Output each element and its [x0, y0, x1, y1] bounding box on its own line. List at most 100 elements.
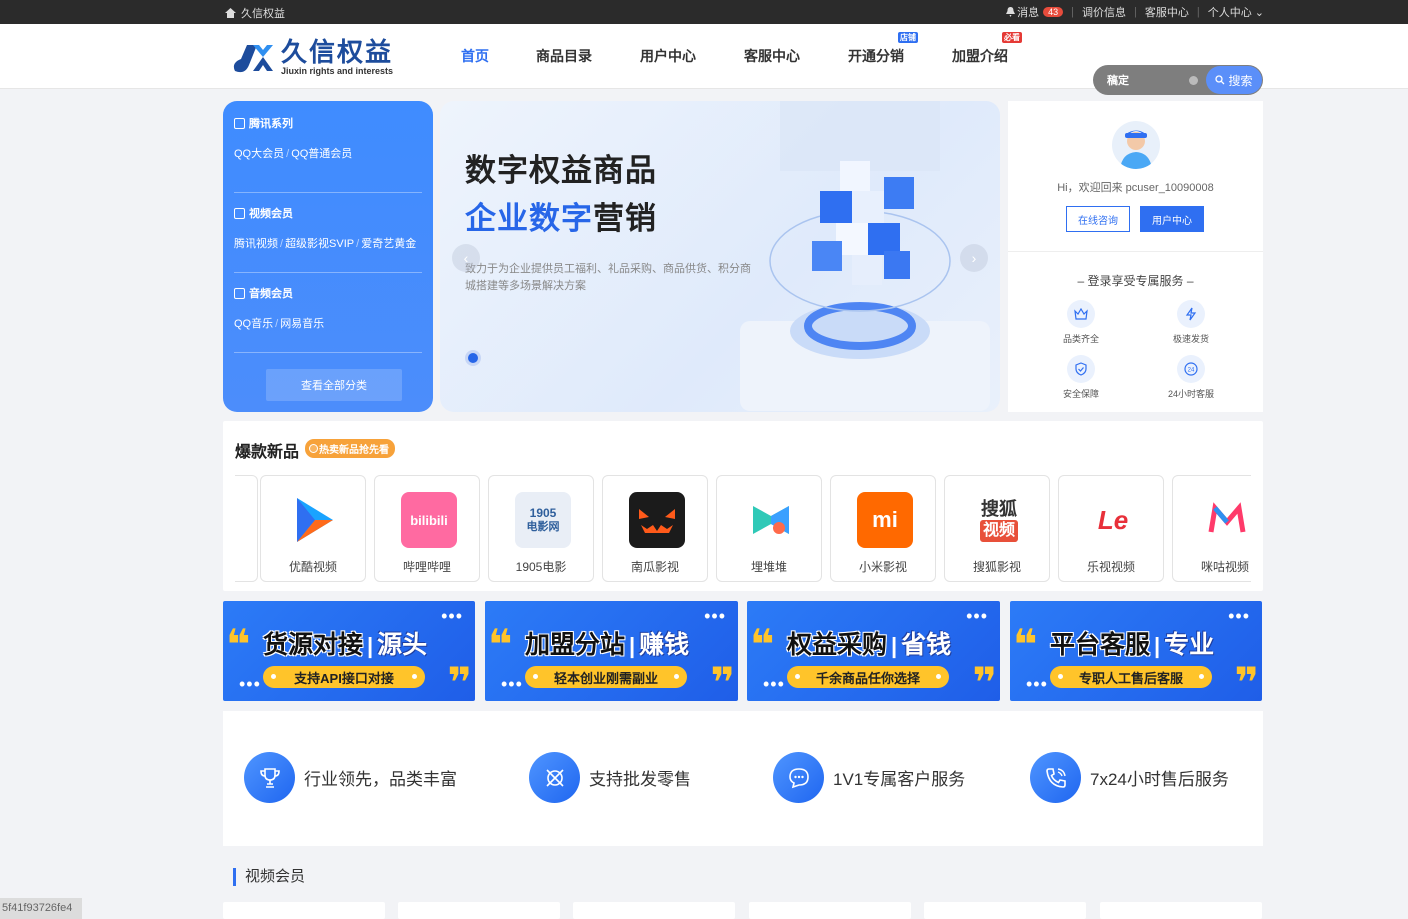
- promo-banner[interactable]: ••• ••• ❝ ❞ 货源对接 | 源头 支持API接口对接: [223, 601, 475, 701]
- hero-banner[interactable]: 数字权益商品 企业数字营销 致力于为企业提供员工福利、礼品采购、商品供货、积分商…: [440, 101, 1000, 412]
- product-card[interactable]: 南瓜影视: [602, 475, 708, 582]
- decor-dots: •••: [763, 674, 785, 694]
- product-card[interactable]: 优酷视频: [260, 475, 366, 582]
- product-card[interactable]: [573, 902, 735, 919]
- product-card[interactable]: 搜狐 视频 搜狐影视: [944, 475, 1050, 582]
- search-button-label: 搜索: [1228, 73, 1253, 88]
- product-card[interactable]: 1905 电影网 1905电影: [488, 475, 594, 582]
- view-all-categories-button[interactable]: 查看全部分类: [266, 369, 402, 401]
- home-link[interactable]: 久信权益: [225, 5, 285, 21]
- category-title[interactable]: 音频会员: [234, 285, 422, 301]
- product-card[interactable]: [1100, 902, 1262, 919]
- divider: |: [1134, 6, 1137, 18]
- service-center-link[interactable]: 客服中心: [1145, 4, 1189, 20]
- nav-catalog[interactable]: 商品目录: [536, 46, 592, 66]
- banner-description: 致力于为企业提供员工福利、礼品采购、商品供货、积分商城搭建等多场景解决方案: [465, 263, 751, 292]
- category-link[interactable]: 爱奇艺黄金: [361, 238, 416, 250]
- category-panel: 腾讯系列 QQ大会员 / QQ普通会员 视频会员 腾讯视频 / 超级影视SVIP / 爱奇艺…: [223, 101, 433, 412]
- crown-icon: [1067, 300, 1095, 328]
- category-group: 视频会员 腾讯视频 / 超级影视SVIP / 爱奇艺黄金: [234, 193, 422, 273]
- category-link[interactable]: QQ音乐: [234, 318, 273, 330]
- service-item: 24 24小时客服: [1161, 355, 1221, 400]
- product-carousel: 优酷视频 bilibili 哔哩哔哩 1905 电影网 1905电影 南瓜影视 埋…: [235, 475, 1251, 583]
- clear-icon[interactable]: [1189, 75, 1198, 85]
- user-center-button[interactable]: 用户中心: [1140, 206, 1204, 232]
- product-card[interactable]: [235, 475, 258, 582]
- bilibili-icon: bilibili: [401, 492, 457, 548]
- product-card[interactable]: [749, 902, 911, 919]
- product-card[interactable]: [924, 902, 1086, 919]
- quote-close-icon: ❞: [972, 659, 997, 702]
- decor-dots: •••: [441, 606, 463, 626]
- nav-distribution[interactable]: 开通分销 店铺: [848, 32, 918, 66]
- product-card[interactable]: [398, 902, 560, 919]
- online-consult-button[interactable]: 在线咨询: [1066, 206, 1130, 232]
- decor-dots: •••: [1228, 606, 1250, 626]
- promo-subtitle: 千余商品任你选择: [787, 666, 949, 688]
- personal-center-link[interactable]: 个人中心 ⌄: [1208, 4, 1264, 20]
- nav-label: 用户中心: [640, 48, 696, 64]
- logo[interactable]: 久信权益 Jiuxin rights and interests: [229, 37, 393, 77]
- nav-label: 商品目录: [536, 48, 592, 64]
- service-item: 安全保障: [1051, 355, 1111, 400]
- main-nav: 首页 商品目录 用户中心 客服中心 开通分销 店铺 加盟介绍 必看: [440, 24, 1056, 88]
- product-card[interactable]: mi 小米影视: [830, 475, 936, 582]
- messages-label: 消息: [1017, 7, 1040, 19]
- nav-label: 开通分销: [848, 48, 904, 64]
- price-info-link[interactable]: 调价信息: [1082, 4, 1126, 20]
- category-title[interactable]: 视频会员: [234, 205, 422, 221]
- session-id-watermark: 5f41f93726fe4: [0, 898, 82, 919]
- promo-title: 权益采购: [787, 631, 888, 659]
- search-input[interactable]: [1093, 74, 1189, 86]
- search-button[interactable]: 搜索: [1206, 66, 1262, 94]
- nav-tag-shop: 店铺: [898, 32, 918, 43]
- decor-dots: •••: [704, 606, 726, 626]
- personal-center-label: 个人中心: [1207, 7, 1252, 19]
- video-membership-cards: [223, 902, 1263, 919]
- promo-banner[interactable]: ••• ••• ❝ ❞ 加盟分站 | 赚钱 轻本创业刚需副业: [485, 601, 738, 701]
- category-link[interactable]: 网易音乐: [280, 318, 324, 330]
- promo-subtitle: 支持API接口对接: [263, 666, 425, 688]
- clock-24-icon: 24: [1177, 355, 1205, 383]
- promo-banner[interactable]: ••• ••• ❝ ❞ 权益采购 | 省钱 千余商品任你选择: [747, 601, 1000, 701]
- feature-item: 7x24小时售后服务: [1030, 752, 1229, 803]
- divider: |: [1196, 6, 1200, 18]
- divider: [1008, 251, 1263, 252]
- nav-franchise[interactable]: 加盟介绍 必看: [952, 32, 1022, 66]
- feature-label: 行业领先，品类丰富: [304, 770, 457, 789]
- feature-item: 1V1专属客户服务: [773, 752, 965, 803]
- banner-subtitle-rest: 营销: [593, 201, 657, 236]
- category-link[interactable]: QQ大会员: [234, 148, 284, 160]
- promo-title: 加盟分站: [525, 631, 626, 659]
- product-card[interactable]: bilibili 哔哩哔哩: [374, 475, 480, 582]
- category-title[interactable]: 腾讯系列: [234, 115, 422, 131]
- category-title-text: 音频会员: [249, 288, 293, 300]
- promo-banner[interactable]: ••• ••• ❝ ❞ 平台客服 | 专业 专职人工售后客服: [1010, 601, 1262, 701]
- messages-link[interactable]: 消息 43: [1006, 4, 1064, 20]
- bell-icon: [1006, 7, 1016, 17]
- xiaomi-icon: mi: [857, 492, 913, 548]
- product-card[interactable]: 埋堆堆: [716, 475, 822, 582]
- product-card[interactable]: 咪咕视频: [1172, 475, 1251, 582]
- login-services-title: – 登录享受专属服务 –: [1077, 274, 1194, 288]
- product-card[interactable]: Le 乐视视频: [1058, 475, 1164, 582]
- lightning-icon: [1177, 300, 1205, 328]
- home-icon: [225, 8, 236, 18]
- category-link[interactable]: 超级影视SVIP: [285, 238, 354, 250]
- product-card[interactable]: [223, 902, 385, 919]
- nav-user-center[interactable]: 用户中心: [640, 46, 696, 66]
- nav-home[interactable]: 首页: [461, 46, 489, 66]
- trophy-icon: [244, 752, 295, 803]
- search-box: 搜索: [1093, 65, 1263, 95]
- category-icon: [234, 287, 245, 299]
- avatar: [1112, 121, 1160, 169]
- nav-service-center[interactable]: 客服中心: [744, 46, 800, 66]
- banner-next-arrow[interactable]: ›: [960, 244, 988, 272]
- banner-pagination-dot[interactable]: [465, 350, 481, 366]
- sohu-icon: 搜狐 视频: [971, 492, 1027, 548]
- category-link[interactable]: QQ普通会员: [291, 148, 352, 160]
- nav-tag-must-see: 必看: [1002, 32, 1022, 43]
- category-title-text: 腾讯系列: [249, 118, 293, 130]
- banner-prev-arrow[interactable]: ‹: [452, 244, 480, 272]
- category-link[interactable]: 腾讯视频: [234, 238, 278, 250]
